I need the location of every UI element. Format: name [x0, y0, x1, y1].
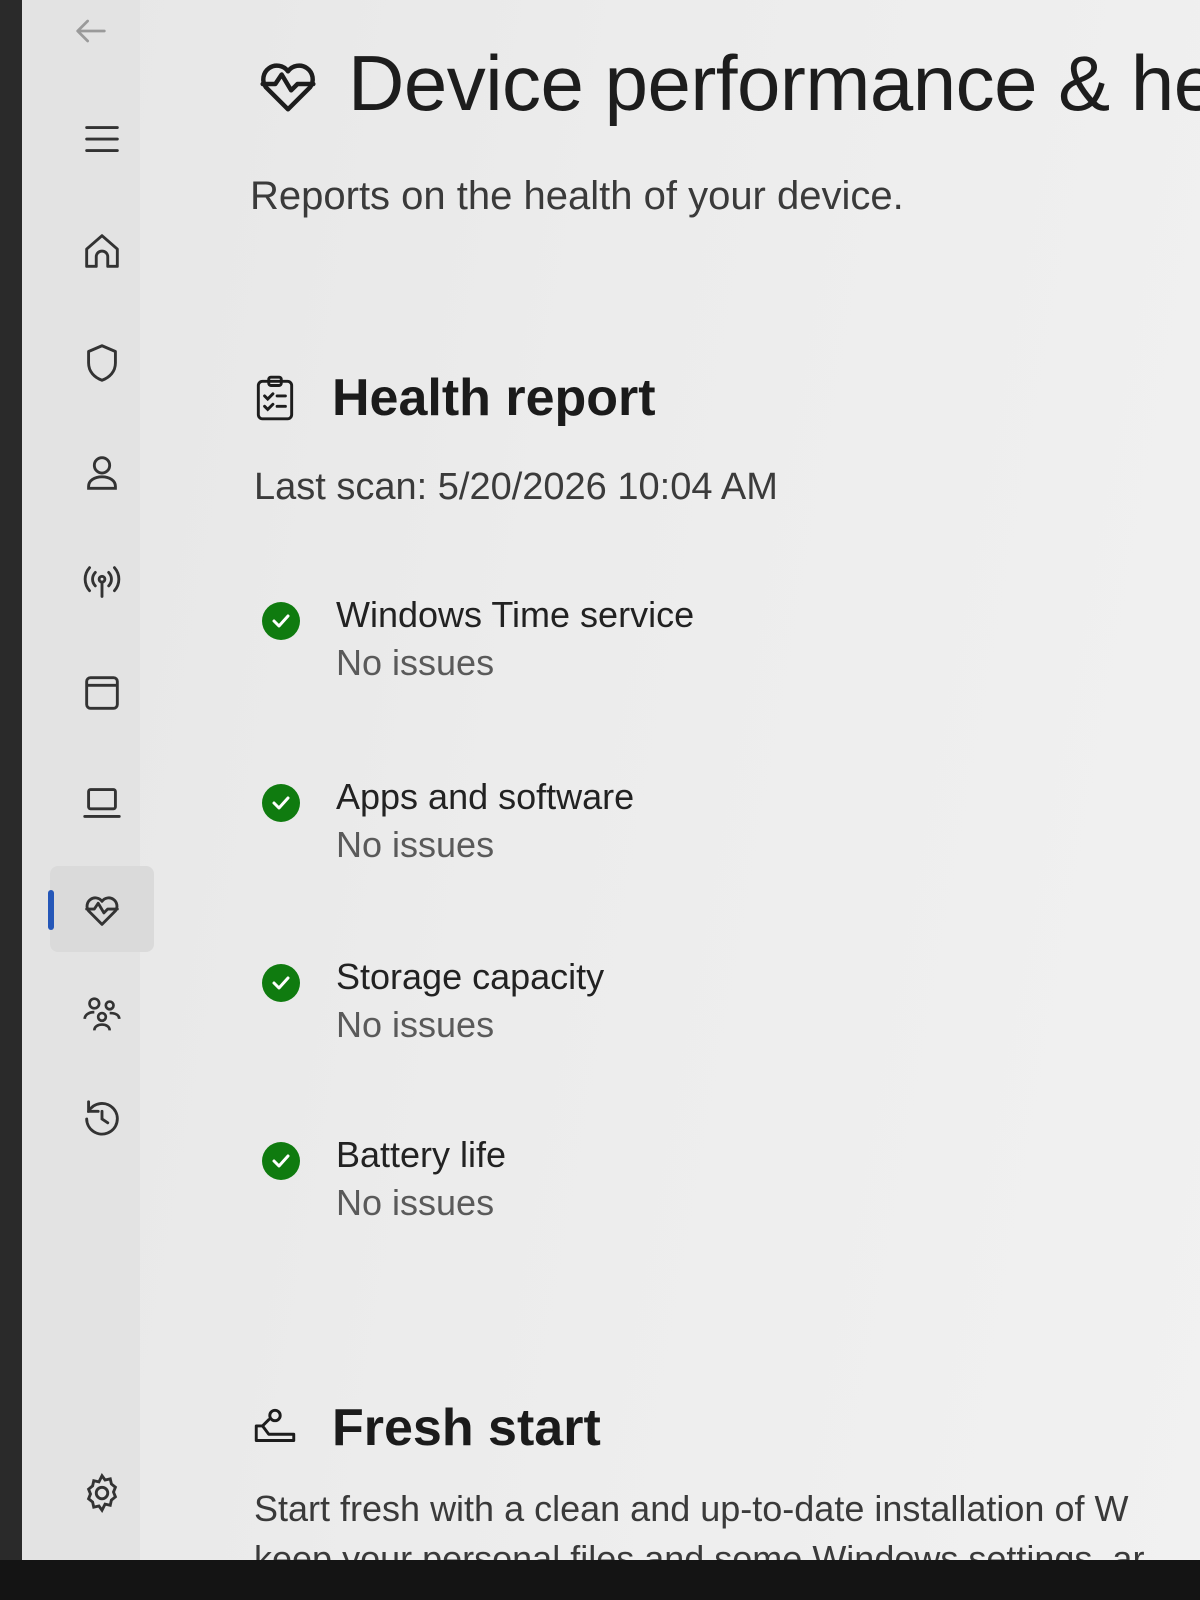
navigation-rail: [22, 0, 154, 1560]
active-indicator: [48, 890, 54, 930]
nav-device-performance-health[interactable]: [48, 866, 154, 952]
back-arrow-icon: [76, 19, 106, 43]
heart-pulse-icon: [85, 896, 119, 926]
report-item-title: Apps and software: [336, 776, 635, 817]
home-icon: [85, 234, 119, 268]
app-window-icon: [85, 676, 119, 710]
health-report-title: Health report: [332, 369, 656, 427]
nav-protection-history[interactable]: [50, 1076, 154, 1162]
nav-app-browser-control[interactable]: [50, 650, 154, 736]
page-title: Device performance & he: [348, 39, 1200, 127]
history-icon: [85, 1100, 119, 1136]
report-item-status: No issues: [336, 824, 495, 865]
settings-gear-icon: [86, 1472, 118, 1514]
heart-pulse-icon: [260, 62, 316, 112]
window-edge: [0, 0, 22, 1560]
app-window: Device performance & he Reports on the h…: [0, 0, 1200, 1560]
report-item-status: No issues: [336, 1182, 495, 1223]
hamburger-menu-icon: [85, 126, 119, 152]
report-item-title: Battery life: [336, 1134, 507, 1175]
checkmark-icon: [262, 602, 300, 640]
clipboard-checklist-icon: [256, 375, 294, 421]
fresh-start-title: Fresh start: [332, 1399, 601, 1457]
report-item-title: Windows Time service: [336, 594, 695, 635]
nav-firewall-network[interactable]: [50, 540, 154, 626]
checkmark-icon: [262, 1142, 300, 1180]
report-item-status: No issues: [336, 1004, 495, 1045]
shield-icon: [87, 344, 117, 382]
last-scan-text: Last scan: 5/20/2026 10:04 AM: [254, 466, 778, 508]
fresh-start-desc-line1: Start fresh with a clean and up-to-date …: [254, 1488, 1129, 1529]
nav-family-options[interactable]: [50, 972, 154, 1058]
fresh-start-desc-line2: keep your personal files and some Window…: [254, 1538, 1145, 1560]
report-item-battery-life: Battery life No issues: [262, 1134, 962, 1244]
report-item-status: No issues: [336, 642, 495, 683]
report-item-windows-time-service: Windows Time service No issues: [262, 594, 962, 704]
report-item-title: Storage capacity: [336, 956, 605, 997]
nav-virus-protection[interactable]: [50, 320, 154, 406]
health-report-header: Health report: [250, 368, 656, 428]
main-content: Device performance & he Reports on the h…: [240, 0, 1200, 1560]
nav-account-protection[interactable]: [50, 430, 154, 516]
nav-device-security[interactable]: [50, 760, 154, 846]
report-item-storage-capacity: Storage capacity No issues: [262, 956, 962, 1066]
page-header: Device performance & he: [250, 38, 1200, 129]
fresh-start-icon: [254, 1408, 296, 1442]
page-subtitle: Reports on the health of your device.: [250, 174, 904, 218]
fresh-start-header: Fresh start: [250, 1398, 601, 1458]
nav-home[interactable]: [50, 208, 154, 294]
bezel-bottom: [0, 1560, 1200, 1600]
fresh-start-description: Start fresh with a clean and up-to-date …: [254, 1484, 1144, 1560]
menu-button[interactable]: [50, 96, 154, 182]
back-button[interactable]: [66, 6, 116, 56]
checkmark-icon: [262, 784, 300, 822]
family-icon: [83, 997, 121, 1031]
nav-settings[interactable]: [50, 1450, 154, 1536]
report-item-apps-software: Apps and software No issues: [262, 776, 962, 886]
wireless-antenna-icon: [83, 566, 121, 598]
person-icon: [87, 456, 117, 490]
laptop-icon: [83, 788, 121, 818]
checkmark-icon: [262, 964, 300, 1002]
